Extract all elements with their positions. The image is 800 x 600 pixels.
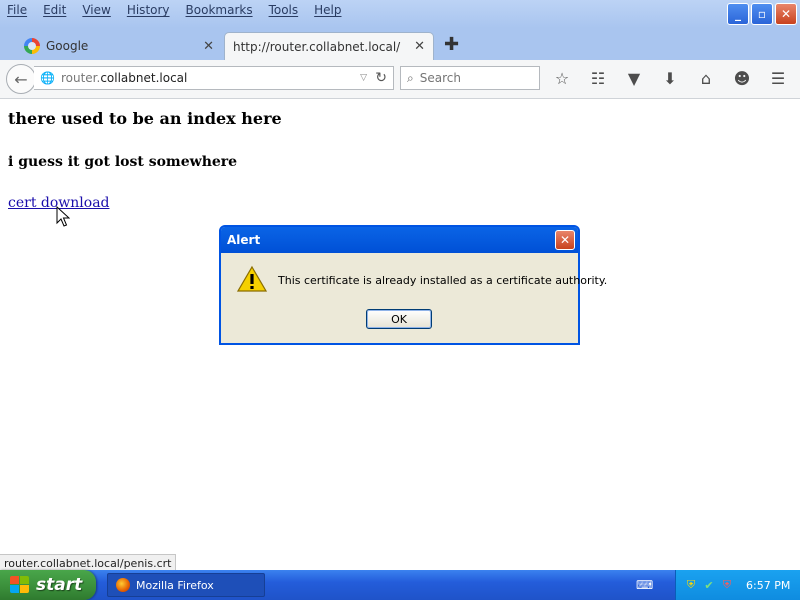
alert-dialog: Alert ✕ This certificate is already inst… (219, 225, 607, 345)
tab-router[interactable]: http://router.collabnet.local/ ✕ (224, 32, 434, 60)
tab-google[interactable]: Google ✕ (16, 32, 222, 60)
menu-bookmarks[interactable]: Bookmarks (186, 3, 253, 17)
dialog-title: Alert (227, 233, 261, 247)
menu-items: File Edit View History Bookmarks Tools H… (0, 3, 351, 17)
new-tab-icon[interactable]: ✚ (444, 34, 459, 55)
dialog-titlebar: Alert (221, 227, 578, 253)
tab-label: http://router.collabnet.local/ (233, 39, 401, 54)
pocket-icon[interactable]: ▼ (622, 66, 646, 90)
dropdown-icon[interactable]: ▽ (360, 73, 367, 83)
url-bar[interactable]: 🌐 router.collabnet.local ▽ ↻ (34, 66, 394, 90)
dialog-message: This certificate is already installed as… (278, 274, 608, 287)
status-text: router.collabnet.local/penis.crt (4, 556, 172, 570)
navigation-toolbar: ← 🌐 router.collabnet.local ▽ ↻ ⌕ ☆ ☷ ▼ ⬇… (0, 60, 800, 99)
menu-help[interactable]: Help (314, 3, 341, 17)
page-heading: there used to be an index here (8, 109, 282, 128)
search-input[interactable] (417, 70, 522, 86)
toolbar-icons: ☆ ☷ ▼ ⬇ ⌂ ☻ ☰ (550, 66, 800, 90)
taskbar: start Mozilla Firefox ⌨ ⛨ ✔ ⛨ 6:57 PM (0, 570, 800, 600)
security-alert-icon[interactable]: ⛨ (720, 578, 734, 592)
status-bar: router.collabnet.local/penis.crt (0, 554, 177, 571)
smiley-icon[interactable]: ☻ (730, 66, 754, 90)
start-button[interactable]: start (0, 570, 96, 600)
search-bar[interactable]: ⌕ (400, 66, 540, 90)
close-tab-icon[interactable]: ✕ (203, 39, 214, 54)
firefox-icon (116, 578, 130, 592)
url-domain: collabnet.local (100, 71, 188, 85)
window-controls: _ ▫ ✕ (727, 3, 797, 25)
warning-icon (237, 265, 267, 292)
menu-bar: File Edit View History Bookmarks Tools H… (0, 0, 800, 28)
taskbar-item-label: Mozilla Firefox (136, 578, 214, 592)
tab-strip: Google ✕ http://router.collabnet.local/ … (0, 28, 800, 60)
globe-icon: 🌐 (40, 71, 55, 85)
hamburger-menu-icon[interactable]: ☰ (766, 66, 790, 90)
bookmark-star-icon[interactable]: ☆ (550, 66, 574, 90)
home-icon[interactable]: ⌂ (694, 66, 718, 90)
arrow-left-icon: ← (14, 69, 28, 89)
close-window-button[interactable]: ✕ (775, 3, 797, 25)
reload-icon[interactable]: ↻ (375, 70, 387, 86)
windows-logo-icon (10, 576, 30, 594)
menu-edit[interactable]: Edit (43, 3, 66, 17)
maximize-button[interactable]: ▫ (751, 3, 773, 25)
download-icon[interactable]: ⬇ (658, 66, 682, 90)
taskbar-item-firefox[interactable]: Mozilla Firefox (107, 573, 265, 597)
ok-button[interactable]: OK (366, 309, 432, 329)
back-button[interactable]: ← (6, 64, 36, 94)
url-prefix: router. (60, 71, 101, 85)
close-tab-icon[interactable]: ✕ (414, 39, 425, 54)
keyboard-icon[interactable]: ⌨ (636, 578, 653, 592)
url-text: router.collabnet.local (61, 71, 187, 85)
google-icon (24, 38, 40, 54)
close-dialog-button[interactable]: ✕ (555, 230, 575, 250)
tab-label: Google (46, 39, 89, 53)
start-label: start (36, 575, 83, 595)
menu-tools[interactable]: Tools (269, 3, 299, 17)
mouse-cursor-icon (56, 206, 70, 227)
system-tray: ⛨ ✔ ⛨ 6:57 PM (675, 570, 800, 600)
search-icon: ⌕ (407, 70, 414, 85)
menu-view[interactable]: View (82, 3, 110, 17)
minimize-button[interactable]: _ (727, 3, 749, 25)
clock: 6:57 PM (746, 578, 791, 592)
reading-list-icon[interactable]: ☷ (586, 66, 610, 90)
menu-history[interactable]: History (127, 3, 170, 17)
shield-icon[interactable]: ⛨ (684, 578, 698, 592)
network-icon[interactable]: ✔ (702, 578, 716, 592)
page-subheading: i guess it got lost somewhere (8, 154, 238, 170)
menu-file[interactable]: File (7, 3, 27, 17)
